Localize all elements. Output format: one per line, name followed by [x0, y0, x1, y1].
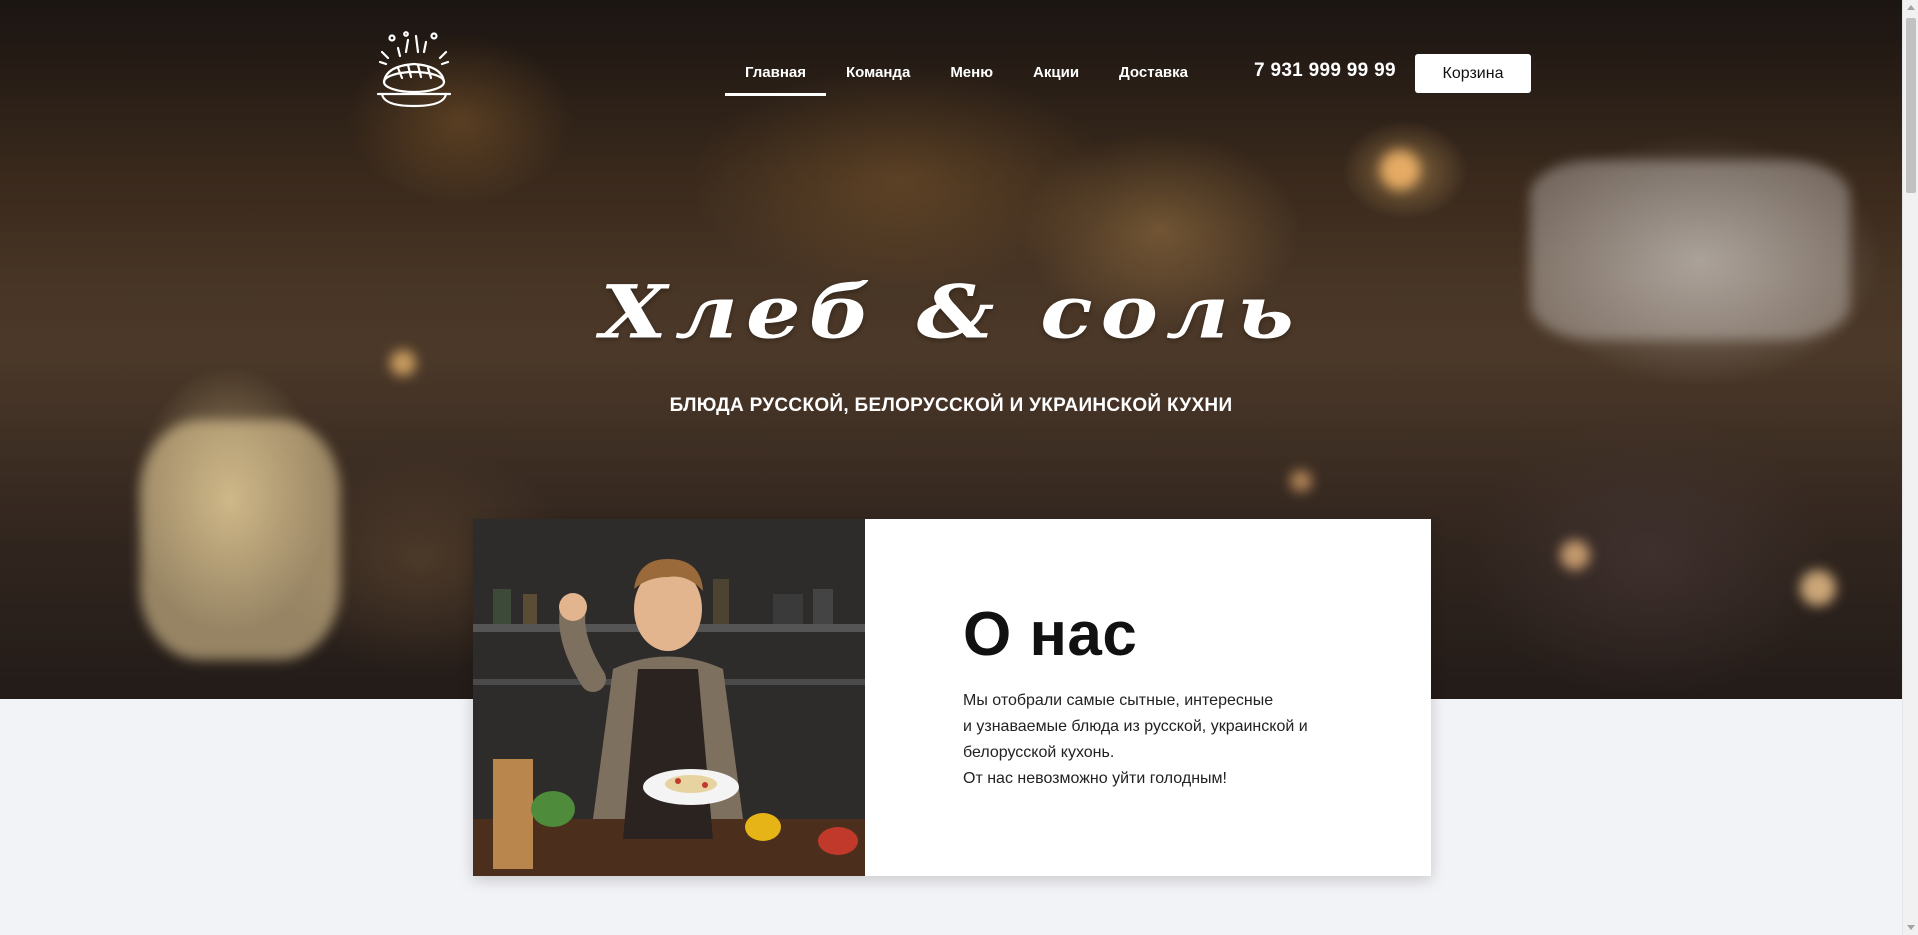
phone-number[interactable]: 7 931 999 99 99 — [1254, 60, 1396, 82]
bokeh-light — [1800, 570, 1836, 606]
hero-subtitle: БЛЮДА РУССКОЙ, БЕЛОРУССКОЙ И УКРАИНСКОЙ … — [669, 395, 1233, 416]
about-body: Мы отобрали самые сытные, интересные и у… — [963, 688, 1383, 792]
nav-item-promotions[interactable]: Акции — [1013, 52, 1099, 96]
page-scrollbar[interactable] — [1902, 0, 1918, 935]
nav-item-delivery[interactable]: Доставка — [1099, 52, 1208, 96]
about-line: Мы отобрали самые сытные, интересные — [963, 692, 1274, 709]
nav-item-menu[interactable]: Меню — [930, 52, 1013, 96]
cart-button[interactable]: Корзина — [1415, 54, 1531, 93]
about-text: О нас Мы отобрали самые сытные, интересн… — [865, 519, 1383, 876]
bokeh-light — [1560, 540, 1590, 570]
about-title: О нас — [963, 600, 1138, 669]
chef-photo — [473, 519, 865, 876]
main-nav: Главная Команда Меню Акции Доставка — [725, 52, 1208, 96]
about-line: белорусской кухонь. — [963, 744, 1115, 761]
nav-item-team[interactable]: Команда — [826, 52, 930, 96]
logo-icon[interactable] — [372, 30, 456, 110]
scrollbar-thumb[interactable] — [1906, 18, 1916, 193]
nav-item-home[interactable]: Главная — [725, 52, 827, 96]
scroll-up-icon[interactable] — [1907, 5, 1915, 10]
hero-title: Хлеб & соль — [600, 269, 1302, 356]
scroll-down-icon[interactable] — [1907, 925, 1915, 930]
bokeh-light — [1290, 470, 1312, 492]
about-card: О нас Мы отобрали самые сытные, интересн… — [473, 519, 1431, 876]
about-line: и узнаваемые блюда из русской, украинско… — [963, 718, 1308, 735]
bokeh-light — [1380, 150, 1420, 190]
about-line: От нас невозможно уйти голодным! — [963, 770, 1227, 787]
chef-illustration — [473, 519, 865, 876]
bokeh-light — [140, 420, 340, 660]
